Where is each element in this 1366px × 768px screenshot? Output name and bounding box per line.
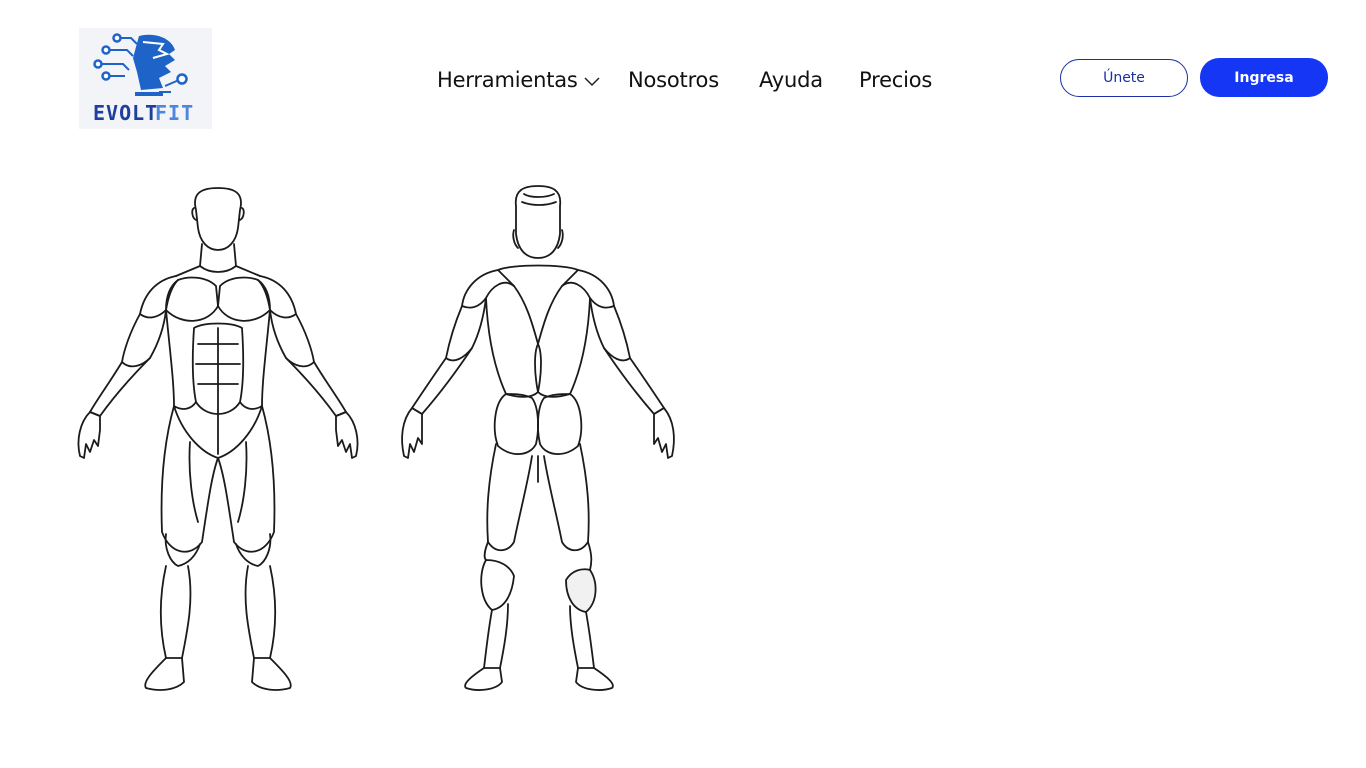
chest-right[interactable]	[217, 276, 271, 322]
login-button[interactable]: Ingresa	[1200, 58, 1328, 97]
biceps-left[interactable]	[121, 309, 167, 368]
glutes-right[interactable]	[537, 393, 583, 455]
deltoid-left-back[interactable]	[461, 269, 515, 309]
calf-left[interactable]	[159, 565, 192, 659]
calf-right[interactable]	[244, 565, 277, 659]
foot-right	[251, 657, 292, 691]
foot-right-back	[575, 667, 614, 691]
knee-right	[235, 533, 272, 567]
obliques-left[interactable]	[165, 309, 197, 410]
hamstrings-left[interactable]	[486, 443, 533, 552]
calf-left-back[interactable]	[480, 559, 515, 611]
glutes-left[interactable]	[493, 393, 539, 455]
body-map-front	[70, 182, 366, 697]
nav-herramientas[interactable]: Herramientas	[437, 62, 600, 98]
svg-text:EVOLT: EVOLT	[93, 101, 158, 125]
head-front	[194, 187, 242, 251]
foot-left	[144, 657, 185, 691]
body-map-back	[396, 182, 680, 697]
hand-right	[335, 411, 359, 459]
join-button[interactable]: Únete	[1060, 59, 1188, 97]
forearm-left[interactable]	[89, 357, 151, 417]
hand-right-back	[653, 407, 675, 459]
hand-left-back	[401, 407, 423, 459]
knee-left	[164, 533, 201, 567]
latissimus-left[interactable]	[485, 297, 539, 398]
deltoid-right-front[interactable]	[257, 275, 297, 319]
trapezius[interactable]	[497, 264, 579, 345]
chest-left[interactable]	[165, 276, 219, 322]
chevron-down-icon[interactable]	[584, 62, 600, 98]
nav-precios[interactable]: Precios	[859, 62, 932, 98]
brand-logo[interactable]: EVOLT FIT	[79, 28, 212, 129]
deltoid-left-front[interactable]	[139, 275, 179, 319]
nav-ayuda[interactable]: Ayuda	[759, 62, 823, 98]
obliques-right[interactable]	[239, 309, 271, 410]
foot-left-back	[464, 667, 503, 691]
nav-herramientas-label: Herramientas	[437, 68, 578, 92]
forearm-right[interactable]	[285, 357, 347, 417]
biceps-right[interactable]	[269, 309, 315, 368]
latissimus-right[interactable]	[537, 297, 591, 398]
hamstrings-right[interactable]	[543, 443, 590, 552]
hand-left	[77, 411, 101, 459]
svg-text:FIT: FIT	[155, 101, 194, 125]
nav-nosotros[interactable]: Nosotros	[628, 62, 719, 98]
forearm-left-back[interactable]	[411, 347, 473, 415]
deltoid-right-back[interactable]	[561, 269, 615, 309]
forearm-right-back[interactable]	[603, 347, 665, 415]
